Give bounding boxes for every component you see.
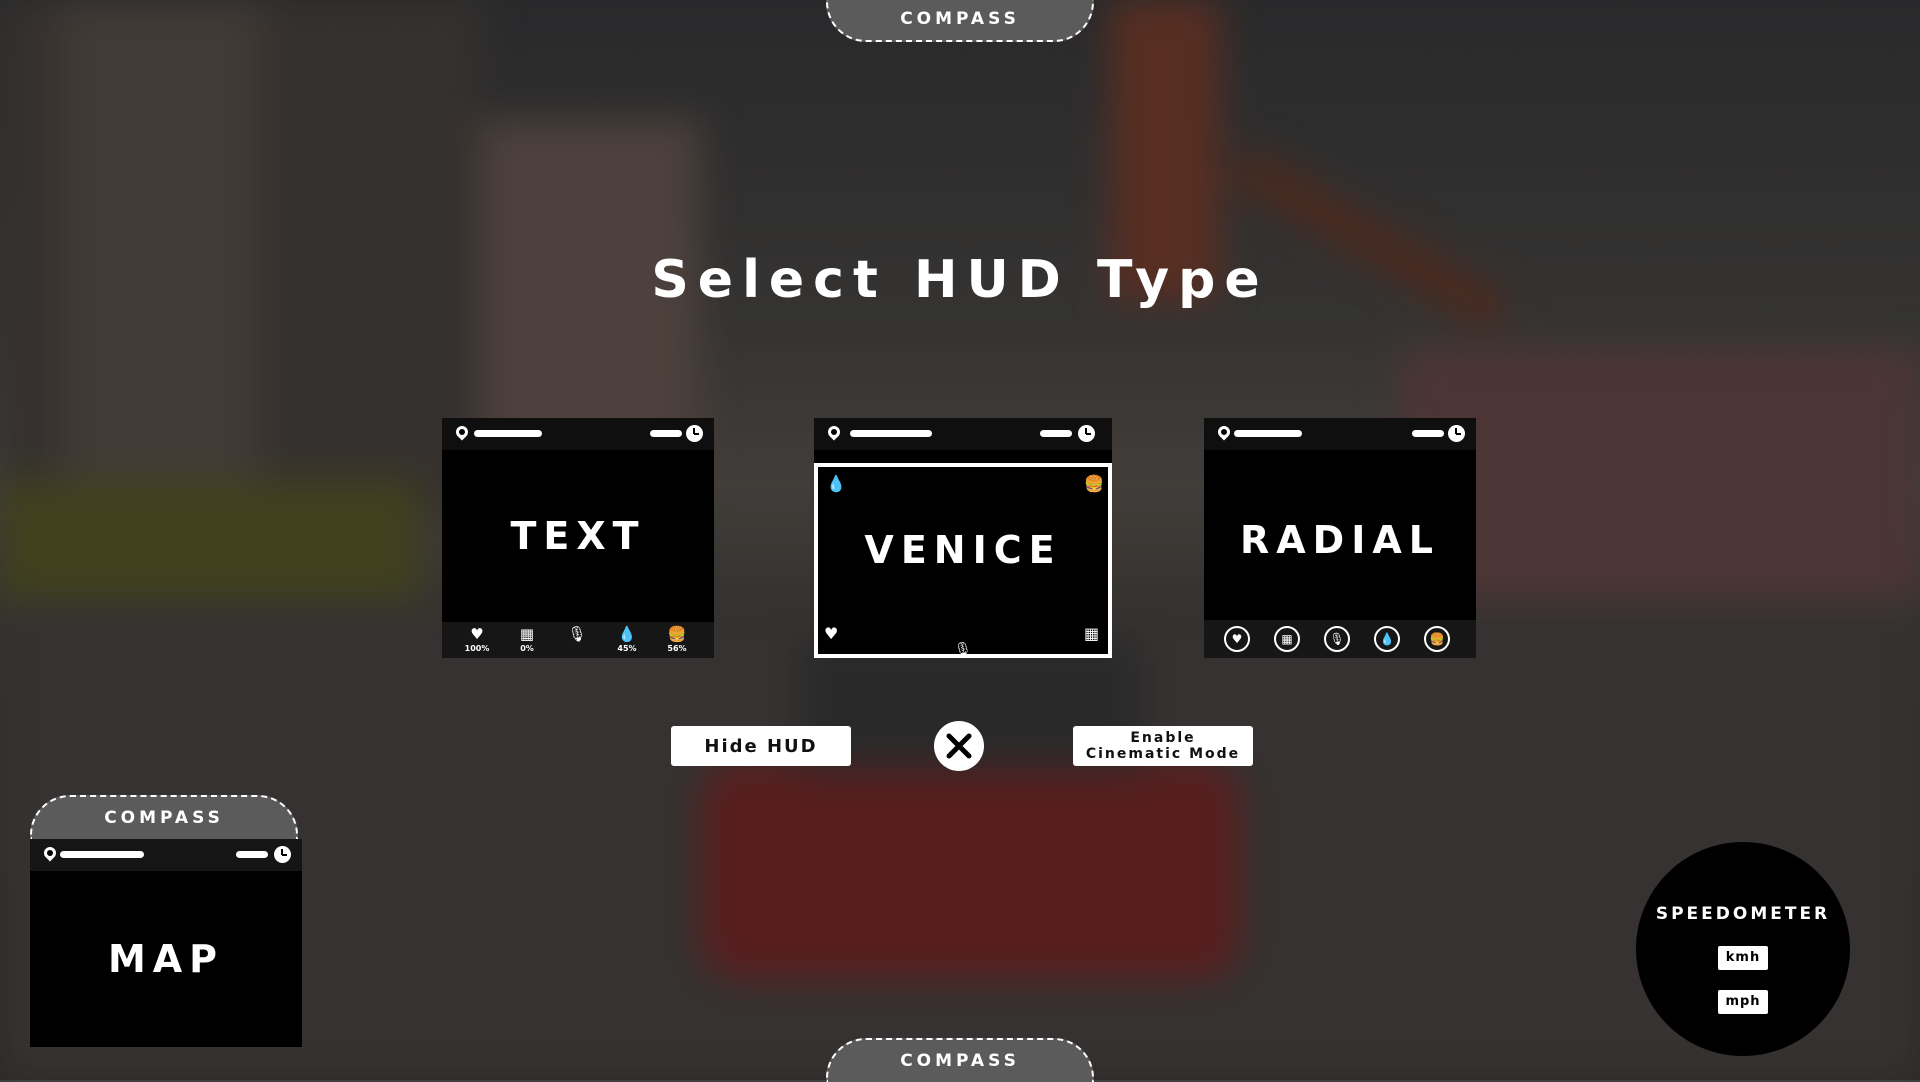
location-pin-icon: [825, 423, 843, 441]
location-pin-icon: [1215, 423, 1233, 441]
stat-value: 0%: [520, 644, 534, 653]
clock-icon: [1078, 425, 1095, 442]
location-pin-icon: [453, 423, 471, 441]
time-bar: [650, 430, 682, 437]
compass-label: COMPASS: [104, 808, 224, 828]
compass-top-option[interactable]: COMPASS: [826, 0, 1094, 42]
stat-value: 45%: [617, 644, 637, 653]
hud-top-bar: [814, 418, 1112, 450]
armor-icon: ▦: [1274, 626, 1300, 652]
water-icon: 💧: [826, 474, 846, 493]
heart-icon: ♥: [1224, 626, 1250, 652]
map-label: MAP: [107, 937, 225, 981]
page-title: Select HUD Type: [651, 250, 1269, 310]
street-bar: [60, 851, 144, 858]
heart-icon: ♥: [470, 625, 484, 643]
street-bar: [1234, 430, 1302, 437]
cinematic-label-line1: Enable: [1130, 730, 1196, 746]
hud-top-bar: [30, 839, 302, 871]
close-icon: [946, 733, 972, 759]
armor-icon: ▦: [519, 625, 535, 643]
heart-icon: ♥: [824, 624, 839, 643]
map-option[interactable]: MAP: [30, 839, 302, 1047]
clock-icon: [274, 846, 291, 863]
unit-kmh-button[interactable]: kmh: [1718, 946, 1768, 970]
hud-label-text: TEXT: [510, 514, 646, 558]
hud-option-radial[interactable]: RADIAL ♥ ▦ 🎙 💧 🍔: [1204, 418, 1476, 658]
food-icon: 🍔: [667, 625, 687, 643]
speedometer-title: SPEEDOMETER: [1655, 904, 1831, 924]
hud-option-text[interactable]: TEXT ♥ 100% ▦ 0% 🎙 💧 45% 🍔 56%: [442, 418, 714, 658]
stat-value: 100%: [464, 644, 490, 653]
hud-label-venice: VENICE: [864, 528, 1062, 572]
armor-icon: ▦: [1084, 624, 1100, 643]
hud-label-radial: RADIAL: [1240, 518, 1440, 562]
time-bar: [1040, 430, 1072, 437]
stat-thirst: 💧 45%: [612, 626, 642, 653]
text-stat-row: ♥ 100% ▦ 0% 🎙 💧 45% 🍔 56%: [442, 622, 714, 658]
stat-health: ♥ 100%: [462, 626, 492, 653]
cinematic-label-line2: Cinematic Mode: [1085, 746, 1241, 762]
unit-mph-button[interactable]: mph: [1718, 990, 1768, 1014]
microphone-icon: 🎙: [954, 642, 972, 658]
stat-voice: 🎙: [562, 626, 592, 644]
clock-icon: [1448, 425, 1465, 442]
radial-stat-row: ♥ ▦ 🎙 💧 🍔: [1204, 620, 1476, 658]
enable-cinematic-mode-button[interactable]: Enable Cinematic Mode: [1073, 726, 1253, 766]
hud-option-venice[interactable]: 💧 🍔 ♥ ▦ 🎙 VENICE: [814, 418, 1112, 658]
time-bar: [1412, 430, 1444, 437]
street-bar: [474, 430, 542, 437]
compass-label: COMPASS: [900, 1051, 1020, 1071]
street-bar: [850, 430, 932, 437]
microphone-icon: 🎙: [1324, 626, 1350, 652]
compass-bottom-option[interactable]: COMPASS: [826, 1038, 1094, 1082]
close-button[interactable]: [934, 721, 984, 771]
speedometer-option[interactable]: SPEEDOMETER kmh mph: [1636, 842, 1850, 1056]
stat-value: 56%: [667, 644, 687, 653]
food-icon: 🍔: [1424, 626, 1450, 652]
water-icon: 💧: [617, 625, 637, 643]
water-icon: 💧: [1374, 626, 1400, 652]
location-pin-icon: [41, 844, 59, 862]
hide-hud-button[interactable]: Hide HUD: [671, 726, 851, 766]
clock-icon: [686, 425, 703, 442]
food-icon: 🍔: [1084, 474, 1104, 493]
hud-top-bar: [442, 418, 714, 450]
map-compass-option[interactable]: COMPASS: [30, 795, 298, 839]
stat-armor: ▦ 0%: [512, 626, 542, 653]
microphone-icon: 🎙: [567, 625, 587, 643]
compass-label: COMPASS: [900, 9, 1020, 29]
time-bar: [236, 851, 268, 858]
stat-hunger: 🍔 56%: [662, 626, 692, 653]
hide-hud-label: Hide HUD: [704, 735, 818, 757]
hud-top-bar: [1204, 418, 1476, 450]
